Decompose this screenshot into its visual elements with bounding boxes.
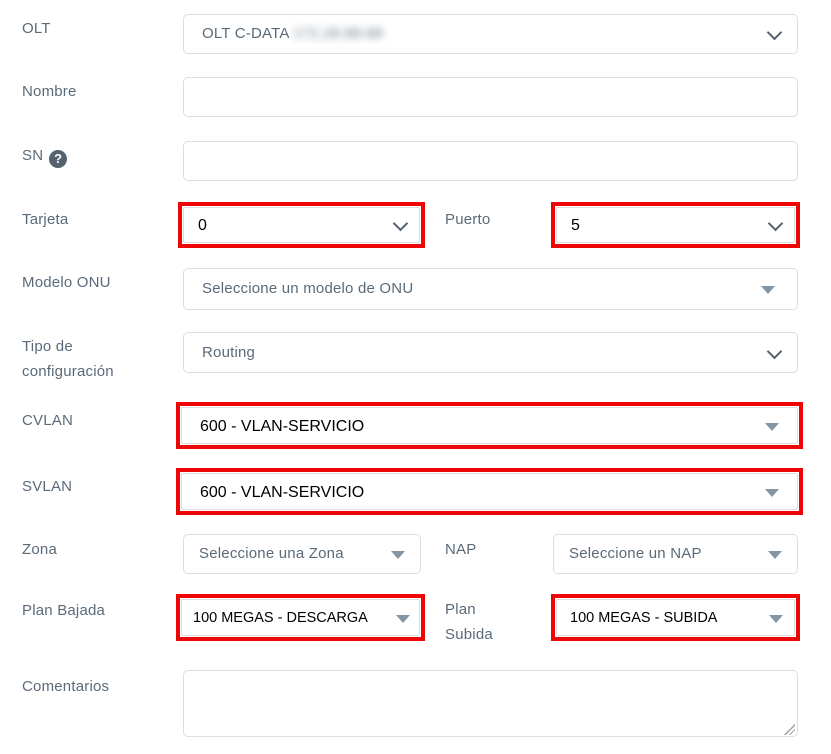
nombre-input[interactable] — [183, 77, 798, 117]
puerto-selected-value: 5 — [557, 217, 580, 234]
olt-selected-value: OLT C-DATA — [202, 25, 289, 42]
highlight-box-tarjeta: 0 — [178, 202, 425, 248]
triangle-down-icon — [769, 615, 783, 623]
help-icon[interactable]: ? — [49, 150, 67, 168]
triangle-down-icon — [396, 615, 410, 623]
triangle-down-icon — [765, 423, 779, 431]
triangle-down-icon — [768, 551, 782, 559]
comentarios-textarea[interactable] — [183, 670, 798, 737]
cvlan-selected-value: 600 - VLAN-SERVICIO — [182, 418, 364, 435]
cvlan-select[interactable]: 600 - VLAN-SERVICIO — [181, 407, 798, 444]
highlight-box-cvlan: 600 - VLAN-SERVICIO — [176, 402, 803, 449]
puerto-label: Puerto — [445, 207, 490, 232]
modelo-onu-label: Modelo ONU — [22, 270, 111, 295]
sn-label-text: SN — [22, 147, 43, 164]
highlight-box-plan-subida: 100 MEGAS - SUBIDA — [551, 594, 800, 641]
nombre-label: Nombre — [22, 79, 77, 104]
highlight-box-plan-bajada: 100 MEGAS - DESCARGA — [176, 594, 425, 641]
zona-label: Zona — [22, 537, 57, 562]
svlan-label: SVLAN — [22, 474, 72, 499]
onu-provisioning-form: OLT OLT C-DATA 172.28.88.88 Nombre SN? T… — [0, 0, 831, 754]
cvlan-label: CVLAN — [22, 408, 73, 433]
zona-select[interactable]: Seleccione una Zona — [183, 534, 421, 574]
svlan-select[interactable]: 600 - VLAN-SERVICIO — [181, 473, 798, 510]
nap-select[interactable]: Seleccione un NAP — [553, 534, 798, 574]
tipo-configuracion-label: Tipo de configuración — [22, 334, 152, 384]
triangle-down-icon — [765, 489, 779, 497]
olt-select[interactable]: OLT C-DATA 172.28.88.88 — [183, 14, 798, 54]
plan-bajada-label: Plan Bajada — [22, 598, 105, 623]
sn-label: SN? — [22, 143, 67, 168]
chevron-down-icon — [393, 216, 409, 232]
olt-redacted-ip: 172.28.88.88 — [293, 25, 383, 42]
nap-selected-value: Seleccione un NAP — [554, 535, 797, 573]
modelo-onu-selected-value: Seleccione un modelo de ONU — [184, 269, 797, 309]
puerto-select[interactable]: 5 — [556, 207, 795, 243]
modelo-onu-select[interactable]: Seleccione un modelo de ONU — [183, 268, 798, 310]
tarjeta-label: Tarjeta — [22, 207, 68, 232]
plan-subida-selected-value: 100 MEGAS - SUBIDA — [557, 610, 717, 626]
plan-bajada-select[interactable]: 100 MEGAS - DESCARGA — [181, 599, 420, 636]
zona-selected-value: Seleccione una Zona — [184, 535, 420, 573]
plan-subida-select[interactable]: 100 MEGAS - SUBIDA — [556, 599, 795, 636]
highlight-box-puerto: 5 — [551, 202, 800, 248]
triangle-down-icon — [761, 286, 775, 294]
comentarios-label: Comentarios — [22, 674, 109, 699]
highlight-box-svlan: 600 - VLAN-SERVICIO — [176, 468, 803, 515]
tarjeta-selected-value: 0 — [184, 217, 207, 234]
plan-bajada-selected-value: 100 MEGAS - DESCARGA — [182, 610, 368, 626]
tipo-configuracion-selected-value: Routing — [184, 333, 797, 372]
olt-label: OLT — [22, 16, 51, 41]
svlan-selected-value: 600 - VLAN-SERVICIO — [182, 484, 364, 501]
tipo-configuracion-select[interactable]: Routing — [183, 332, 798, 373]
chevron-down-icon — [768, 216, 784, 232]
tarjeta-select[interactable]: 0 — [183, 207, 420, 243]
plan-subida-label: Plan Subida — [445, 597, 515, 647]
sn-input[interactable] — [183, 141, 798, 181]
triangle-down-icon — [391, 551, 405, 559]
nap-label: NAP — [445, 537, 476, 562]
